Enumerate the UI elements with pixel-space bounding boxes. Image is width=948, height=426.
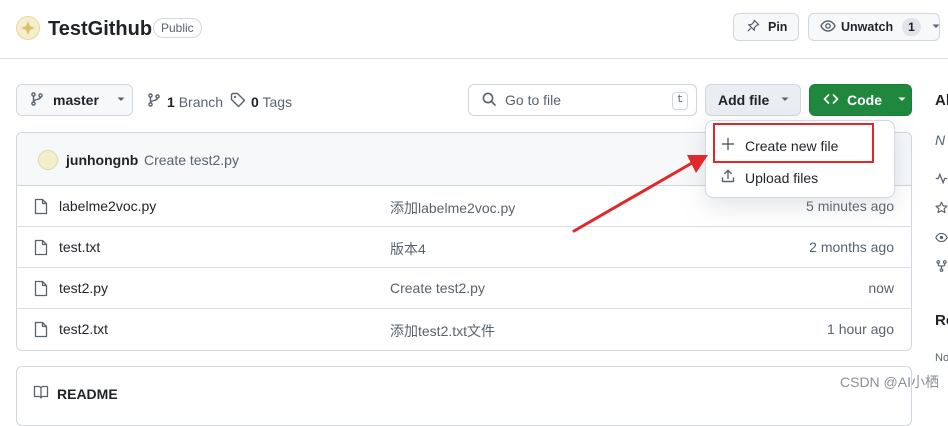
file-name[interactable]: test.txt [59, 239, 100, 255]
header-divider [0, 58, 948, 59]
unwatch-button[interactable]: Unwatch 1 [808, 13, 940, 41]
file-commit-time: 1 hour ago [827, 321, 894, 337]
watch-count: 1 [902, 18, 921, 36]
pin-button[interactable]: Pin [733, 13, 799, 41]
upload-files-item[interactable]: Upload files [721, 169, 818, 186]
file-icon [34, 239, 48, 259]
about-heading: Al [935, 92, 948, 109]
readme-label: README [57, 385, 118, 402]
annotation-arrow-icon [572, 155, 708, 233]
fork-icon[interactable] [935, 259, 948, 276]
eye-icon [820, 18, 836, 37]
file-commit-time: 5 minutes ago [806, 198, 894, 214]
go-to-file-input[interactable]: Go to file t [468, 84, 697, 116]
tags-link[interactable]: 0 Tags [230, 92, 292, 111]
readme-panel: README [16, 366, 912, 426]
branch-selector[interactable]: master [16, 84, 133, 116]
watermark-text: CSDN @AI小栖 [840, 374, 939, 390]
git-branch-icon [146, 92, 162, 111]
tag-icon [230, 92, 246, 111]
keyboard-shortcut-hint: t [672, 92, 688, 110]
file-icon [34, 198, 48, 218]
file-commit-message[interactable]: Create test2.py [390, 280, 485, 296]
chevron-down-icon [896, 92, 908, 108]
file-commit-time: 2 months ago [809, 239, 894, 255]
star-icon[interactable] [935, 201, 948, 217]
upload-icon [721, 169, 735, 186]
activity-icon[interactable] [935, 172, 948, 188]
commit-author-avatar[interactable] [38, 150, 58, 170]
table-row: test2.txt 添加test2.txt文件 1 hour ago [17, 309, 911, 350]
commit-message[interactable]: Create test2.py [144, 152, 239, 168]
file-name[interactable]: test2.py [59, 280, 108, 296]
releases-heading: Re [935, 312, 948, 329]
chevron-down-icon [779, 92, 791, 108]
annotation-highlight-box [713, 123, 874, 163]
add-file-label: Add file [718, 92, 770, 108]
search-icon [481, 91, 497, 110]
upload-files-label: Upload files [745, 169, 819, 186]
code-button[interactable]: Code [809, 84, 912, 116]
git-branch-icon [29, 91, 45, 110]
no-releases-text: No [935, 352, 948, 364]
book-icon [33, 384, 49, 403]
add-file-button[interactable]: Add file [705, 84, 801, 116]
table-row: test.txt 版本4 2 months ago [17, 227, 911, 268]
branches-link[interactable]: 1 Branch [146, 92, 223, 111]
chevron-down-icon [930, 20, 942, 35]
branch-name: master [53, 92, 99, 108]
visibility-badge: Public [153, 18, 202, 38]
commit-author[interactable]: junhongnb [66, 152, 138, 168]
table-row: test2.py Create test2.py now [17, 268, 911, 309]
file-icon [34, 321, 48, 341]
file-icon [34, 280, 48, 300]
file-commit-time: now [868, 280, 894, 296]
no-description-text: N [935, 132, 946, 148]
repo-owner-avatar[interactable] [16, 16, 40, 40]
pin-label: Pin [768, 20, 788, 34]
tags-count: 0 [251, 93, 259, 110]
code-label: Code [847, 92, 882, 108]
file-commit-message[interactable]: 添加labelme2voc.py [390, 198, 515, 218]
unwatch-label: Unwatch [841, 20, 894, 34]
repo-name[interactable]: TestGithub [48, 16, 152, 42]
code-icon [823, 91, 839, 110]
file-commit-message[interactable]: 添加test2.txt文件 [390, 321, 495, 341]
chevron-down-icon [115, 92, 127, 108]
search-placeholder: Go to file [505, 92, 562, 108]
file-commit-message[interactable]: 版本4 [390, 239, 426, 259]
tags-label: Tags [262, 93, 293, 110]
branches-count: 1 [167, 93, 175, 110]
branches-label: Branch [178, 93, 224, 110]
file-name[interactable]: labelme2voc.py [59, 198, 156, 214]
pin-icon [746, 19, 760, 36]
eye-icon[interactable] [935, 231, 948, 247]
readme-tab[interactable]: README [33, 384, 118, 403]
file-name[interactable]: test2.txt [59, 321, 108, 337]
